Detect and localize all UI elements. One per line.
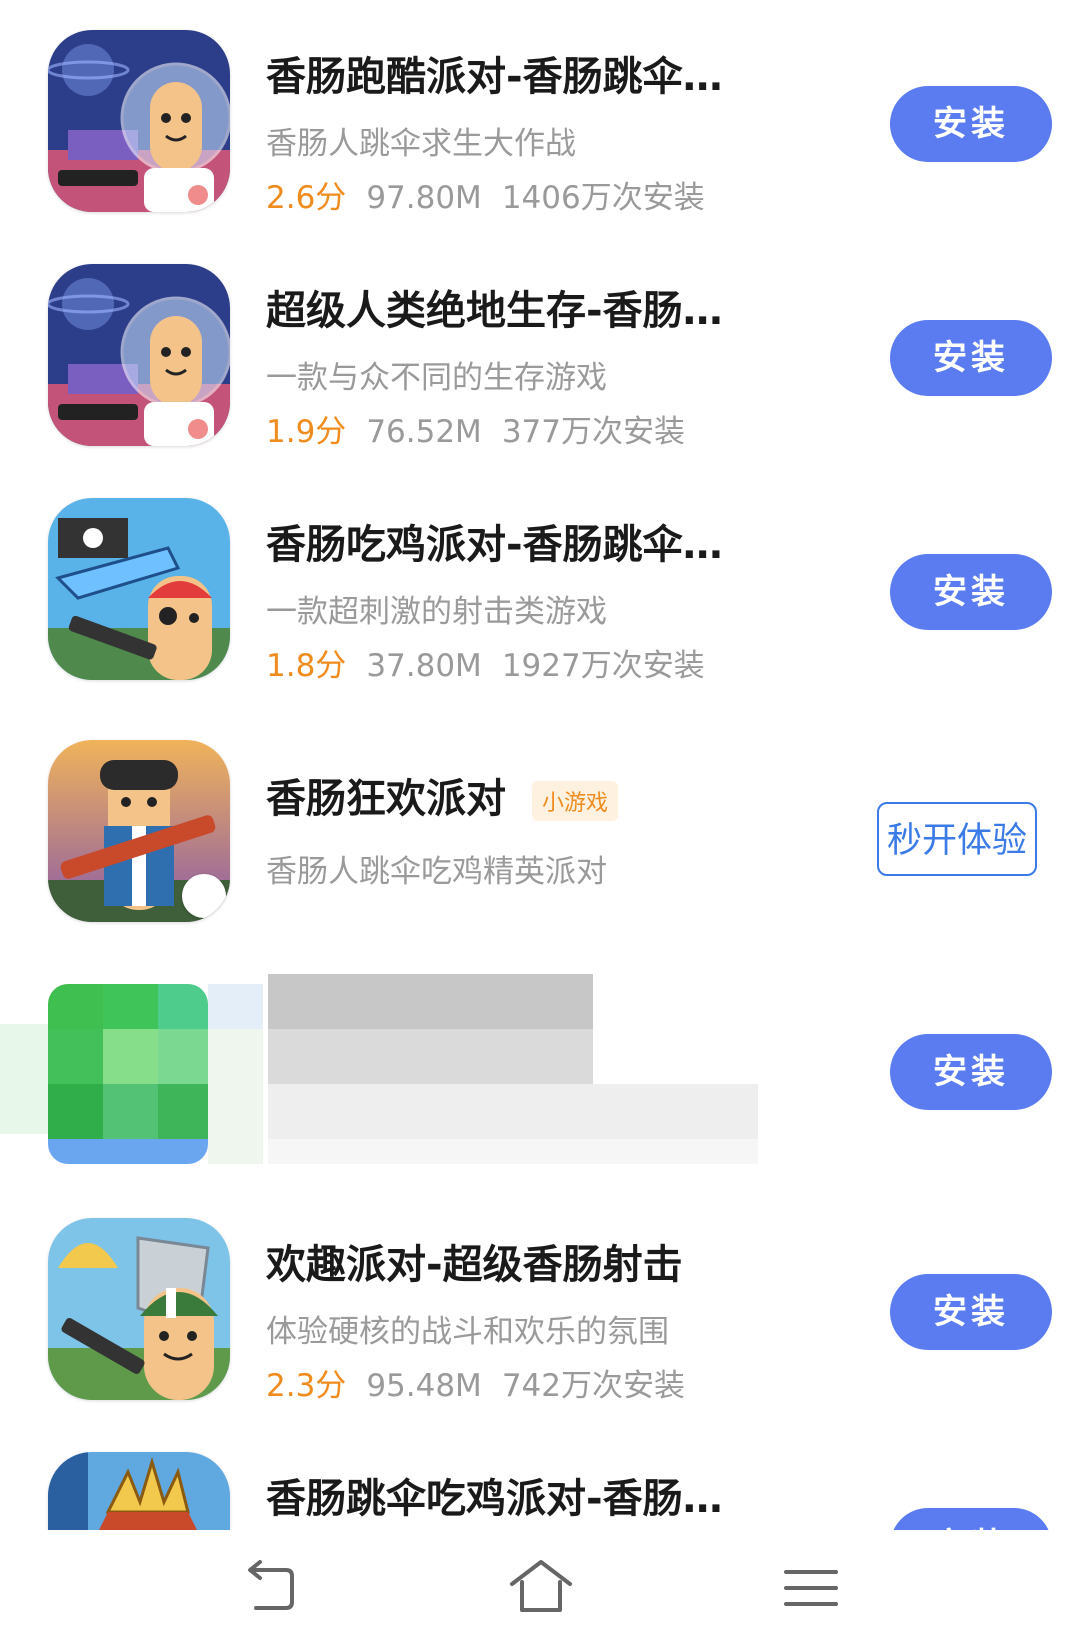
app-title: 超级人类绝地生存-香肠… [266,288,723,334]
app-title: 欢趣派对-超级香肠射击 [266,1242,683,1288]
app-installs: 1927万次安装 [501,648,705,684]
app-size: 97.80M [366,180,482,216]
blur-block [268,1029,593,1084]
app-installs: 377万次安装 [501,414,685,450]
sausage-astronaut-icon[interactable] [48,264,230,446]
app-subtitle: 一款超刺激的射击类游戏 [266,594,607,630]
app-size: 76.52M [366,414,482,450]
install-button[interactable]: 安装 [890,1274,1052,1350]
list-item[interactable]: 香肠吃鸡派对-香肠跳伞… 一款超刺激的射击类游戏 1.8分 37.80M 1927万… [0,498,1080,698]
app-size: 37.80M [366,648,482,684]
app-rating: 1.9分 [266,414,347,450]
list-item[interactable]: 香肠跳伞吃鸡派对-香肠… 安装 [0,1452,1080,1530]
back-icon[interactable] [236,1552,306,1622]
sausage-parachute-icon[interactable] [48,1218,230,1400]
app-stats: 2.6分 97.80M 1406万次安装 [266,172,705,217]
app-installs: 742万次安装 [501,1368,685,1404]
install-button[interactable]: 安装 [890,86,1052,162]
blur-block [208,1029,263,1164]
blur-block [208,984,263,1029]
app-subtitle: 香肠人跳伞求生大作战 [266,126,576,162]
app-subtitle: 香肠人跳伞吃鸡精英派对 [266,854,607,890]
list-item[interactable]: 欢趣派对-超级香肠射击 体验硬核的战斗和欢乐的氛围 2.3分 95.48M 742万… [0,1218,1080,1418]
sausage-astronaut-icon[interactable] [48,30,230,212]
blur-block [268,1139,758,1164]
app-stats: 2.3分 95.48M 742万次安装 [266,1360,685,1405]
app-title-text: 香肠狂欢派对 [266,776,506,822]
app-rating: 2.3分 [266,1368,347,1404]
app-installs: 1406万次安装 [501,180,705,216]
app-stats: 1.9分 76.52M 377万次安装 [266,406,685,451]
install-button[interactable]: 安装 [890,1508,1052,1530]
system-nav-bar [0,1530,1080,1644]
app-title: 香肠跑酷派对-香肠跳伞… [266,54,723,100]
home-icon[interactable] [506,1552,576,1622]
instant-play-button[interactable]: 秒开体验 [877,802,1037,876]
app-size: 95.48M [366,1368,482,1404]
list-item[interactable]: 香肠狂欢派对 小游戏 香肠人跳伞吃鸡精英派对 秒开体验 [0,740,1080,940]
mini-game-badge: 小游戏 [532,781,619,821]
app-subtitle: 一款与众不同的生存游戏 [266,360,607,396]
list-item[interactable]: 安装 [0,974,1080,1174]
app-subtitle: 体验硬核的战斗和欢乐的氛围 [266,1314,669,1350]
app-rating: 1.8分 [266,648,347,684]
install-button[interactable]: 安装 [890,320,1052,396]
menu-icon[interactable] [776,1552,846,1622]
instant-play-icon [182,874,226,918]
app-title: 香肠吃鸡派对-香肠跳伞… [266,522,723,568]
sausage-crown-icon[interactable] [48,1452,230,1530]
list-item[interactable]: 超级人类绝地生存-香肠… 一款与众不同的生存游戏 1.9分 76.52M 377万次… [0,264,1080,464]
blur-block [268,974,593,1029]
install-button[interactable]: 安装 [890,554,1052,630]
blur-block [268,1084,758,1139]
sausage-pirate-icon[interactable] [48,498,230,680]
pixelated-icon[interactable] [48,984,208,1164]
install-button[interactable]: 安装 [890,1034,1052,1110]
app-rating: 2.6分 [266,180,347,216]
app-title: 香肠跳伞吃鸡派对-香肠… [266,1476,723,1522]
app-list: 香肠跑酷派对-香肠跳伞… 香肠人跳伞求生大作战 2.6分 97.80M 1406万次… [0,0,1080,1530]
app-title: 香肠狂欢派对 小游戏 [266,766,619,824]
sausage-gunner-icon[interactable] [48,740,230,922]
app-stats: 1.8分 37.80M 1927万次安装 [266,640,705,685]
list-item[interactable]: 香肠跑酷派对-香肠跳伞… 香肠人跳伞求生大作战 2.6分 97.80M 1406万次… [0,30,1080,230]
